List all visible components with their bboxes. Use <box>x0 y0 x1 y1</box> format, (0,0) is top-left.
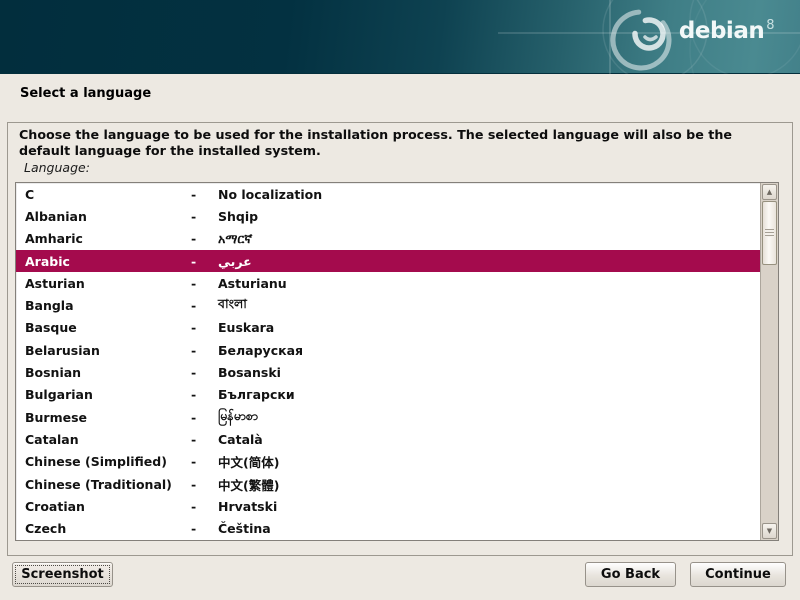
language-name: Arabic <box>25 254 191 269</box>
language-name: Chinese (Traditional) <box>25 477 191 492</box>
language-name: Basque <box>25 320 191 335</box>
separator: - <box>191 432 218 447</box>
list-item[interactable]: Basque-Euskara <box>16 317 760 339</box>
language-native: Български <box>218 387 760 402</box>
language-native: Беларуская <box>218 343 760 358</box>
list-item[interactable]: Catalan-Català <box>16 428 760 450</box>
list-item[interactable]: Chinese (Traditional)-中文(繁體) <box>16 473 760 495</box>
language-list-rows: C-No localizationAlbanian-ShqipAmharic-አ… <box>16 183 760 540</box>
separator: - <box>191 298 218 313</box>
language-native: Shqip <box>218 209 760 224</box>
list-item[interactable]: C-No localization <box>16 183 760 205</box>
separator: - <box>191 521 218 536</box>
language-native: Hrvatski <box>218 499 760 514</box>
go-back-button[interactable]: Go Back <box>585 562 676 587</box>
language-name: Catalan <box>25 432 191 447</box>
list-item[interactable]: Bulgarian-Български <box>16 384 760 406</box>
list-item[interactable]: Arabic-عربي <box>16 250 760 272</box>
language-name: Croatian <box>25 499 191 514</box>
brand-version: 8 <box>766 18 774 33</box>
language-native: No localization <box>218 187 760 202</box>
list-item[interactable]: Bosnian-Bosanski <box>16 361 760 383</box>
scrollbar-thumb[interactable] <box>762 201 777 265</box>
language-native: عربي <box>218 254 760 269</box>
separator: - <box>191 454 218 469</box>
separator: - <box>191 343 218 358</box>
language-native: Bosanski <box>218 365 760 380</box>
language-native: Asturianu <box>218 276 760 291</box>
screenshot-button[interactable]: Screenshot <box>12 562 113 587</box>
chevron-up-icon: ▲ <box>767 189 772 196</box>
separator: - <box>191 387 218 402</box>
list-item[interactable]: Asturian-Asturianu <box>16 272 760 294</box>
installer-window: { "banner": { "brand": "debian", "versio… <box>0 0 800 600</box>
separator: - <box>191 187 218 202</box>
language-name: Czech <box>25 521 191 536</box>
scroll-up-button[interactable]: ▲ <box>762 184 777 200</box>
language-native: မြန်မာစာ <box>218 408 760 427</box>
description-text: Choose the language to be used for the i… <box>19 127 771 158</box>
language-native: አማርኛ <box>218 231 760 247</box>
separator: - <box>191 276 218 291</box>
scroll-down-button[interactable]: ▼ <box>762 523 777 539</box>
list-item[interactable]: Bangla-বাংলা <box>16 294 760 316</box>
vertical-scrollbar[interactable]: ▲ ▼ <box>760 183 778 540</box>
list-item[interactable]: Amharic-አማርኛ <box>16 228 760 250</box>
list-item[interactable]: Czech-Čeština <box>16 517 760 539</box>
language-name: Chinese (Simplified) <box>25 454 191 469</box>
language-native: Català <box>218 432 760 447</box>
continue-button[interactable]: Continue <box>690 562 786 587</box>
language-name: Burmese <box>25 410 191 425</box>
separator: - <box>191 209 218 224</box>
separator: - <box>191 320 218 335</box>
list-item[interactable]: Croatian-Hrvatski <box>16 495 760 517</box>
language-label: Language: <box>24 160 90 175</box>
language-name: Bosnian <box>25 365 191 380</box>
language-name: Belarusian <box>25 343 191 358</box>
language-name: Amharic <box>25 231 191 246</box>
list-item[interactable]: Albanian-Shqip <box>16 205 760 227</box>
language-native: Čeština <box>218 521 760 536</box>
chevron-down-icon: ▼ <box>767 528 772 535</box>
language-native: 中文(简体) <box>218 452 760 471</box>
language-native: 中文(繁體) <box>218 475 760 494</box>
language-native: Euskara <box>218 320 760 335</box>
list-item[interactable]: Chinese (Simplified)-中文(简体) <box>16 451 760 473</box>
language-name: C <box>25 187 191 202</box>
list-item[interactable]: Burmese-မြန်မာစာ <box>16 406 760 428</box>
scrollbar-grip-icon <box>765 229 774 237</box>
separator: - <box>191 499 218 514</box>
separator: - <box>191 254 218 269</box>
language-name: Bulgarian <box>25 387 191 402</box>
list-item[interactable]: Belarusian-Беларуская <box>16 339 760 361</box>
separator: - <box>191 231 218 246</box>
brand-name: debian <box>679 18 764 44</box>
language-name: Albanian <box>25 209 191 224</box>
header-banner: debian8 <box>0 0 800 74</box>
page-title: Select a language <box>20 86 151 101</box>
language-name: Asturian <box>25 276 191 291</box>
separator: - <box>191 410 218 425</box>
language-name: Bangla <box>25 298 191 313</box>
separator: - <box>191 365 218 380</box>
separator: - <box>191 477 218 492</box>
brand-wordmark: debian8 <box>679 18 774 44</box>
language-listbox[interactable]: C-No localizationAlbanian-ShqipAmharic-አ… <box>15 182 779 541</box>
language-native: বাংলা <box>218 296 760 316</box>
content-frame: Choose the language to be used for the i… <box>7 122 793 556</box>
